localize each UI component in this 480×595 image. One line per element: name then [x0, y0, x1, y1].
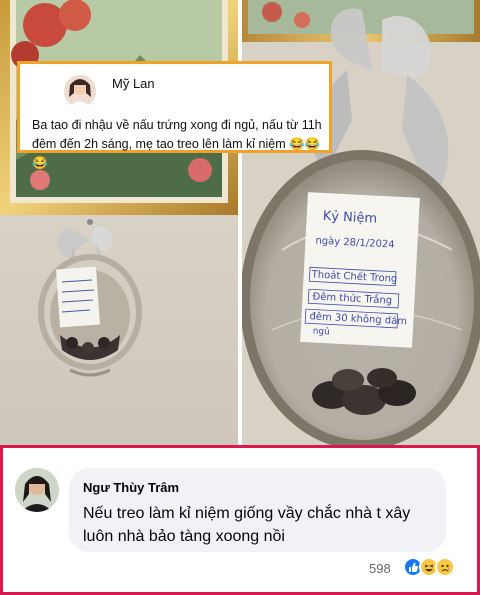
- comment-author-name[interactable]: Ngư Thùy Trâm: [83, 480, 179, 495]
- sad-icon: [435, 557, 455, 577]
- post-author-name[interactable]: Mỹ Lan: [112, 76, 155, 91]
- post-author-avatar[interactable]: [64, 75, 96, 107]
- note-line-6: ngủ: [312, 326, 330, 338]
- post-card: Mỹ Lan Ba tao đi nhậu về nấu trứng xong …: [17, 61, 332, 170]
- comment-author-avatar[interactable]: [15, 468, 59, 512]
- post-text: Ba tao đi nhậu về nấu trứng xong đi ngủ,…: [32, 118, 322, 170]
- comment-text: Nếu treo làm kỉ niệm giống vầy chắc nhà …: [83, 505, 411, 545]
- photo-collage: Kỷ Niệm ngày 28/1/2024 Thoát Chết Trong …: [0, 0, 480, 445]
- note-line-1: Kỷ Niệm: [322, 209, 377, 227]
- comment-bubble: Ngư Thùy Trâm Nếu treo làm kỉ niệm giống…: [69, 468, 446, 552]
- reaction-icons[interactable]: [403, 557, 463, 577]
- comment-section: Ngư Thùy Trâm Nếu treo làm kỉ niệm giống…: [0, 445, 480, 595]
- reaction-count[interactable]: 598: [369, 561, 391, 576]
